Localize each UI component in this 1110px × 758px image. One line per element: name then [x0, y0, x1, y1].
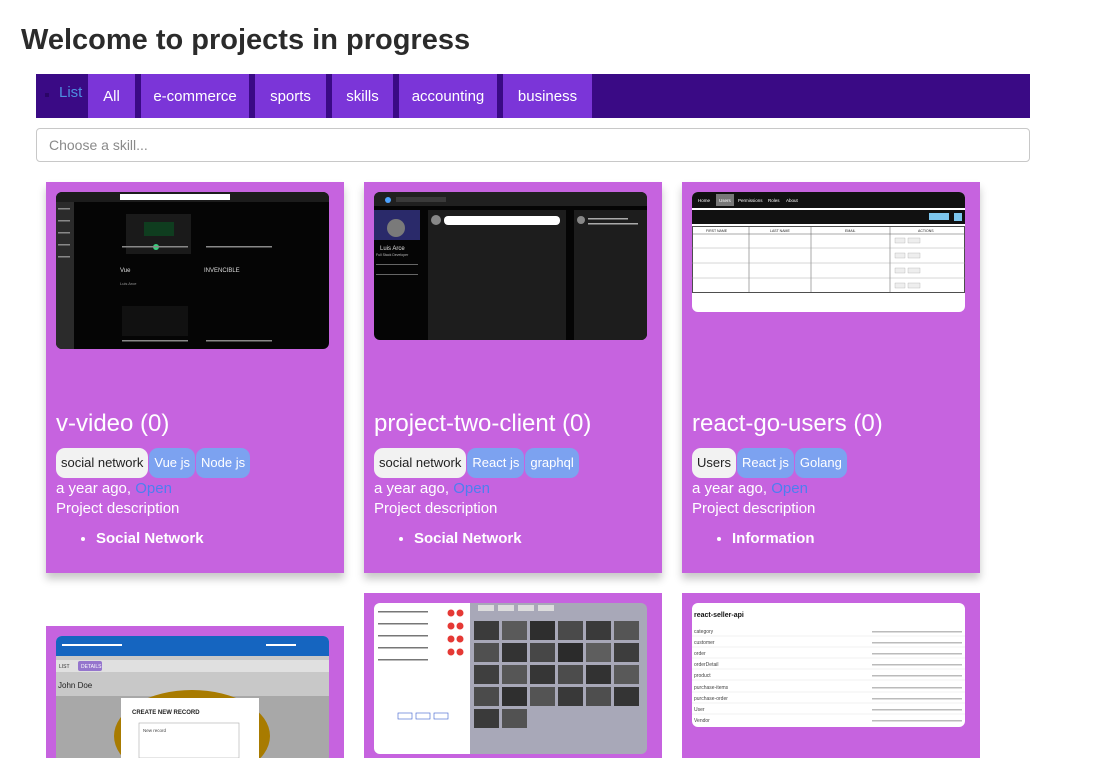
tab-all[interactable]: All: [88, 74, 135, 118]
open-link[interactable]: Open: [771, 480, 808, 497]
project-card-v-video[interactable]: Vue INVENCIBLE Luis Arce v-video (0) soc…: [46, 182, 344, 573]
open-link[interactable]: Open: [135, 480, 172, 497]
tab-e-commerce[interactable]: e-commerce: [141, 74, 249, 118]
category-list: Social Network: [374, 530, 522, 547]
card-meta: a year ago, Open: [56, 480, 172, 497]
preview-profile-name: Luis Arce: [380, 246, 405, 252]
preview-details-tab: DETAILS: [81, 664, 102, 670]
tag-badge[interactable]: social network: [56, 448, 149, 478]
project-card[interactable]: LIST DETAILS John Doe CREATE NEW RECORD …: [46, 626, 344, 758]
tag-list: social network React js graphql: [374, 448, 580, 478]
preview-api-title: react-seller-api: [694, 612, 744, 619]
tag-badge[interactable]: social network: [374, 448, 467, 478]
tag-badge[interactable]: graphql: [525, 448, 579, 478]
project-screenshot[interactable]: Luis Arce Full Stack Developer: [374, 192, 647, 340]
time-ago: a year ago,: [692, 480, 768, 497]
tag-badge[interactable]: Golang: [794, 448, 847, 478]
category-list: Social Network: [56, 530, 204, 547]
time-ago: a year ago,: [374, 480, 450, 497]
project-card-react-seller-api[interactable]: react-seller-api category customer order…: [682, 593, 980, 758]
card-title[interactable]: v-video (0): [56, 410, 169, 438]
preview-author-label: Luis Arce: [120, 281, 137, 286]
users-table-preview: Home Users Permissions Roles About FIRST…: [692, 192, 965, 293]
preview-vue-label: Vue: [120, 268, 131, 274]
tag-badge[interactable]: Vue js: [149, 448, 196, 478]
project-screenshot[interactable]: [374, 603, 647, 754]
project-description: Project description: [56, 500, 180, 517]
skill-search-input[interactable]: [36, 128, 1030, 162]
preview-user-name: John Doe: [58, 681, 93, 690]
category-item: Information: [732, 530, 815, 547]
preview-api-row: product: [694, 673, 711, 679]
tab-skills[interactable]: skills: [332, 74, 393, 118]
tag-badge[interactable]: React js: [736, 448, 794, 478]
tag-badge[interactable]: Users: [692, 448, 736, 478]
open-link[interactable]: Open: [453, 480, 490, 497]
project-description: Project description: [692, 500, 816, 517]
preview-api-row: orderDetail: [694, 662, 718, 668]
tab-sports[interactable]: sports: [255, 74, 326, 118]
preview-api-row: order: [694, 651, 706, 657]
card-title[interactable]: react-go-users (0): [692, 410, 883, 438]
category-navbar: List All e-commerce sports skills accoun…: [36, 74, 1030, 118]
tab-business[interactable]: business: [503, 74, 592, 118]
tag-badge[interactable]: React js: [467, 448, 525, 478]
social-app-preview: Luis Arce Full Stack Developer: [374, 192, 647, 340]
preview-modal-field: New record: [143, 728, 167, 733]
nav-brand[interactable]: List: [36, 74, 88, 118]
preview-profile-role: Full Stack Developer: [376, 253, 409, 257]
preview-api-row: customer: [694, 640, 715, 646]
list-bullet-icon: [45, 93, 49, 97]
card-title[interactable]: project-two-client (0): [374, 410, 591, 438]
preview-api-row: purchase-order: [694, 696, 728, 702]
preview-col-email: EMAIL: [845, 229, 856, 233]
preview-api-row: Vendor: [694, 718, 710, 724]
preview-nav-home: Home: [698, 198, 711, 203]
tag-badge[interactable]: Node js: [196, 448, 251, 478]
preview-invencible-label: INVENCIBLE: [204, 268, 240, 274]
project-card-react-go-users[interactable]: Home Users Permissions Roles About FIRST…: [682, 182, 980, 573]
preview-col-first-name: FIRST NAME: [706, 229, 728, 233]
preview-api-row: User: [694, 707, 705, 713]
project-screenshot[interactable]: LIST DETAILS John Doe CREATE NEW RECORD …: [56, 636, 329, 758]
tag-list: social network Vue js Node js: [56, 448, 251, 478]
preview-list-tab: LIST: [59, 664, 70, 670]
card-meta: a year ago, Open: [374, 480, 490, 497]
project-screenshot[interactable]: react-seller-api category customer order…: [692, 603, 965, 727]
project-screenshot[interactable]: Vue INVENCIBLE Luis Arce: [56, 192, 329, 349]
crud-app-preview: LIST DETAILS John Doe CREATE NEW RECORD …: [56, 636, 329, 758]
tab-accounting[interactable]: accounting: [399, 74, 497, 118]
project-description: Project description: [374, 500, 498, 517]
shop-app-preview: [374, 603, 639, 754]
page-title: Welcome to projects in progress: [21, 24, 471, 56]
time-ago: a year ago,: [56, 480, 132, 497]
preview-nav-permissions: Permissions: [738, 198, 763, 203]
preview-nav-users: Users: [719, 198, 732, 203]
project-card-project-two-client[interactable]: Luis Arce Full Stack Developer project-t…: [364, 182, 662, 573]
category-item: Social Network: [96, 530, 204, 547]
preview-col-actions: ACTIONS: [918, 229, 934, 233]
category-list: Information: [692, 530, 815, 547]
preview-col-last-name: LAST NAME: [770, 229, 790, 233]
preview-nav-about: About: [786, 198, 799, 203]
nav-list-link[interactable]: List: [59, 84, 82, 101]
preview-api-row: purchase-items: [694, 685, 729, 691]
preview-modal-title: CREATE NEW RECORD: [132, 710, 200, 716]
tag-list: Users React js Golang: [692, 448, 848, 478]
preview-nav-roles: Roles: [768, 198, 780, 203]
api-list-preview: react-seller-api category customer order…: [692, 612, 965, 724]
project-screenshot[interactable]: Home Users Permissions Roles About FIRST…: [692, 192, 965, 312]
video-app-preview: Vue INVENCIBLE Luis Arce: [56, 192, 329, 349]
project-card[interactable]: [364, 593, 662, 758]
preview-api-row: category: [694, 629, 714, 635]
product-thumbnail-grid: [474, 621, 639, 728]
category-item: Social Network: [414, 530, 522, 547]
card-meta: a year ago, Open: [692, 480, 808, 497]
